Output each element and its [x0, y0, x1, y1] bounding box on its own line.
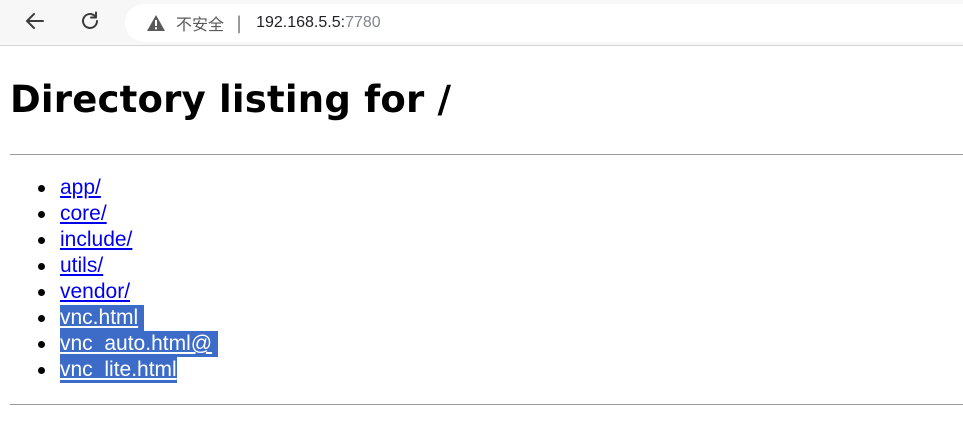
- warning-icon[interactable]: [146, 13, 166, 33]
- bullet-marker: [38, 315, 45, 322]
- bullet-marker: [38, 289, 45, 296]
- url-separator: |: [236, 12, 243, 34]
- bullet-marker: [38, 367, 45, 374]
- reload-button[interactable]: [74, 7, 106, 39]
- url-host[interactable]: 192.168.5.5:: [256, 14, 345, 32]
- entry-link-vnc-html[interactable]: vnc.html: [60, 305, 145, 331]
- entry-link-vnc-auto-html[interactable]: vnc_auto.html@: [60, 331, 219, 357]
- page-title: Directory listing for /: [10, 78, 452, 121]
- entry-link-app[interactable]: app/: [60, 175, 101, 201]
- entry-link-vendor[interactable]: vendor/: [60, 279, 130, 305]
- security-label[interactable]: 不安全: [176, 11, 224, 35]
- entry-link-core[interactable]: core/: [60, 201, 107, 227]
- bullet-marker: [38, 211, 45, 218]
- entry-link-utils[interactable]: utils/: [60, 253, 103, 279]
- divider-bottom: [10, 404, 963, 405]
- reload-icon: [78, 9, 102, 37]
- entry-link-include[interactable]: include/: [60, 227, 132, 253]
- bullet-marker: [38, 263, 45, 270]
- address-bar[interactable]: 不安全 | 192.168.5.5: 7780: [125, 4, 963, 42]
- bullet-marker: [38, 237, 45, 244]
- url-port[interactable]: 7780: [345, 14, 381, 32]
- back-button[interactable]: [19, 7, 51, 39]
- bullet-marker: [38, 185, 45, 192]
- bullet-marker: [38, 341, 45, 348]
- entry-link-vnc-lite-html[interactable]: vnc_lite.html: [60, 357, 177, 383]
- arrow-left-icon: [23, 9, 47, 37]
- divider-top: [10, 154, 963, 155]
- browser-toolbar: 不安全 | 192.168.5.5: 7780: [0, 0, 963, 46]
